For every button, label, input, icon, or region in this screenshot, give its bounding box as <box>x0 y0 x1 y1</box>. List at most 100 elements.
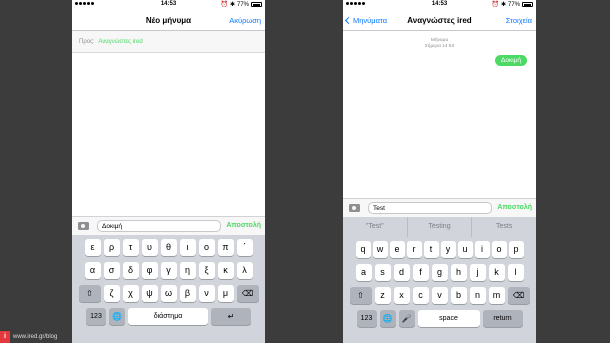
letter-key[interactable]: n <box>469 287 486 304</box>
letter-key[interactable]: g <box>431 264 448 281</box>
keyboard-row-2: asdfghjkl <box>345 264 534 281</box>
letter-key[interactable]: β <box>179 285 196 302</box>
letter-key[interactable]: h <box>450 264 467 281</box>
letter-key[interactable]: s <box>374 264 391 281</box>
letter-key[interactable]: a <box>355 264 372 281</box>
letter-key[interactable]: y <box>440 241 456 258</box>
message-input[interactable]: Test <box>368 202 492 214</box>
prediction-2[interactable]: Testing <box>408 217 473 237</box>
letter-key[interactable]: φ <box>141 262 158 279</box>
letter-key[interactable]: δ <box>122 262 139 279</box>
letter-key[interactable]: ζ <box>103 285 120 302</box>
letter-key[interactable]: ξ <box>198 262 215 279</box>
watermark: i www.ired.gr/blog <box>0 331 57 343</box>
nav-bar: Μηνύματα Αναγνώστες ired Στοιχεία <box>343 11 536 31</box>
globe-key-icon[interactable]: 🌐 <box>379 310 396 327</box>
letter-key[interactable]: b <box>450 287 467 304</box>
message-input[interactable]: Δοκιμή <box>97 220 221 232</box>
message-timestamp: Μήνυμα Σήμερα 14:53 <box>343 38 536 50</box>
letter-key[interactable]: x <box>393 287 410 304</box>
letter-key[interactable]: τ <box>122 239 139 256</box>
letter-key[interactable]: z <box>374 287 391 304</box>
letter-key[interactable]: χ <box>122 285 139 302</box>
letter-key[interactable]: m <box>488 287 505 304</box>
send-button[interactable]: Αποστολή <box>226 222 261 229</box>
letter-key[interactable]: w <box>372 241 388 258</box>
letter-key[interactable]: ο <box>198 239 215 256</box>
letter-key[interactable]: α <box>84 262 101 279</box>
camera-icon[interactable] <box>78 222 89 230</box>
backspace-key-icon[interactable]: ⌫ <box>236 285 259 302</box>
letter-key[interactable]: ω <box>160 285 177 302</box>
letter-key[interactable]: κ <box>217 262 234 279</box>
letter-key[interactable]: f <box>412 264 429 281</box>
letter-key[interactable]: λ <box>236 262 253 279</box>
predictive-text-bar: "Test" Testing Tests <box>343 217 536 237</box>
message-time-label: Σήμερα 14:53 <box>424 44 455 49</box>
letter-key[interactable]: η <box>179 262 196 279</box>
recipient-chip[interactable]: Αναγνώστες ired <box>98 39 142 45</box>
recipient-field[interactable]: Προς: Αναγνώστες ired <box>72 31 265 53</box>
microphone-key-icon[interactable]: 🎤 <box>398 310 415 327</box>
prediction-3[interactable]: Tests <box>472 217 536 237</box>
space-key[interactable]: διάστημα <box>128 308 208 325</box>
letter-key[interactable]: u <box>457 241 473 258</box>
letter-key[interactable]: r <box>406 241 422 258</box>
letter-key[interactable]: σ <box>103 262 120 279</box>
status-bar: 14:53 ⏰ ✱ 77% <box>343 0 536 11</box>
letter-key[interactable]: ι <box>179 239 196 256</box>
letter-key[interactable]: ΄ <box>236 239 253 256</box>
ired-logo: i <box>0 331 10 343</box>
letter-key[interactable]: l <box>507 264 524 281</box>
letter-key[interactable]: π <box>217 239 234 256</box>
keyboard-row-2: ασδφγηξκλ <box>74 262 263 279</box>
numbers-key[interactable]: 123 <box>86 308 106 325</box>
bluetooth-icon: ✱ <box>229 2 235 8</box>
camera-icon[interactable] <box>349 204 360 212</box>
letter-key[interactable]: υ <box>141 239 158 256</box>
letter-key[interactable]: ψ <box>141 285 158 302</box>
status-bar: 14:53 ⏰ ✱ 77% <box>72 0 265 11</box>
phone-screen-new-message: 14:53 ⏰ ✱ 77% Νέο μήνυμα Ακύρωση Προς: Α… <box>72 0 265 343</box>
letter-key[interactable]: p <box>508 241 524 258</box>
letter-key[interactable]: d <box>393 264 410 281</box>
return-key-icon[interactable]: ↵ <box>211 308 251 325</box>
compose-bar: Test Αποστολή <box>343 198 536 217</box>
letter-key[interactable]: ε <box>84 239 101 256</box>
send-button[interactable]: Αποστολή <box>497 204 532 211</box>
letter-key[interactable]: j <box>469 264 486 281</box>
sent-message-bubble[interactable]: Δοκιμή <box>494 55 527 66</box>
keyboard-row-3: ⇧ zxcvbnm ⌫ <box>345 287 534 304</box>
numbers-key[interactable]: 123 <box>356 310 377 327</box>
keyboard-row-3: ⇧ ζχψωβνμ ⌫ <box>74 285 263 302</box>
keyboard-row-4: 123 🌐 🎤 space return <box>345 310 534 327</box>
nav-bar: Νέο μήνυμα Ακύρωση <box>72 11 265 31</box>
prediction-1[interactable]: "Test" <box>343 217 408 237</box>
letter-key[interactable]: q <box>355 241 371 258</box>
shift-key-icon[interactable]: ⇧ <box>349 287 372 304</box>
cancel-button[interactable]: Ακύρωση <box>229 16 261 25</box>
letter-key[interactable]: t <box>423 241 439 258</box>
letter-key[interactable]: v <box>431 287 448 304</box>
keyboard: qwertyuiop asdfghjkl ⇧ zxcvbnm ⌫ 123 🌐 🎤… <box>343 237 536 343</box>
bluetooth-icon: ✱ <box>500 2 506 8</box>
shift-key-icon[interactable]: ⇧ <box>78 285 101 302</box>
letter-key[interactable]: γ <box>160 262 177 279</box>
battery-percent: 77% <box>236 1 249 8</box>
letter-key[interactable]: o <box>491 241 507 258</box>
keyboard-row-1: qwertyuiop <box>345 241 534 258</box>
letter-key[interactable]: ν <box>198 285 215 302</box>
letter-key[interactable]: ρ <box>103 239 120 256</box>
letter-key[interactable]: θ <box>160 239 177 256</box>
letter-key[interactable]: μ <box>217 285 234 302</box>
letter-key[interactable]: i <box>474 241 490 258</box>
globe-key-icon[interactable]: 🌐 <box>109 308 125 325</box>
return-key[interactable]: return <box>482 310 523 327</box>
details-button[interactable]: Στοιχεία <box>506 16 532 25</box>
space-key[interactable]: space <box>417 310 480 327</box>
battery-percent: 77% <box>507 1 520 8</box>
letter-key[interactable]: c <box>412 287 429 304</box>
letter-key[interactable]: k <box>488 264 505 281</box>
backspace-key-icon[interactable]: ⌫ <box>507 287 530 304</box>
letter-key[interactable]: e <box>389 241 405 258</box>
